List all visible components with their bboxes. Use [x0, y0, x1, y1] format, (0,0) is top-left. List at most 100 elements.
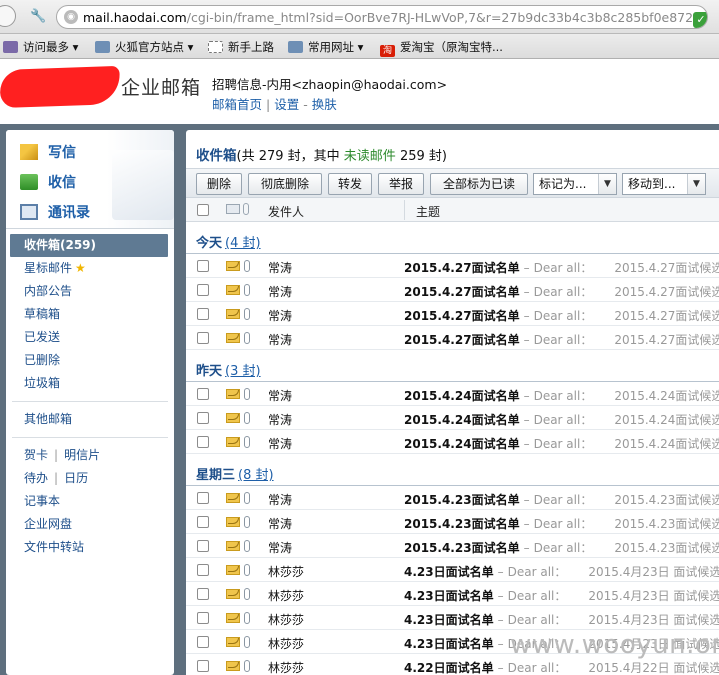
cards-link[interactable]: 贺卡 [24, 448, 48, 462]
folder-inbox[interactable]: 收件箱(259) [10, 234, 168, 257]
mail-row[interactable]: 常涛2015.4.27面试名单–Dear all：2015.4.27面试候选人 [186, 278, 719, 302]
attachment-icon [244, 412, 250, 424]
address-bar[interactable]: ◉ mail.haodai.com/cgi-bin/frame_html?sid… [56, 5, 708, 29]
row-checkbox[interactable] [197, 516, 209, 528]
mail-summary: Dear all： [533, 309, 593, 323]
row-checkbox[interactable] [197, 284, 209, 296]
mail-row[interactable]: 林莎莎 4.23日面试名单 – Dear all： 2015.4月23日 面试候选人 [186, 606, 719, 630]
select-all-checkbox[interactable] [197, 204, 209, 216]
mail-row[interactable]: 林莎莎 4.23日面试名单 – Dear all： 2015.4月23日 面试候选人 [186, 558, 719, 582]
column-header: 发件人 主题 [186, 198, 719, 222]
mail-row[interactable]: 常涛2015.4.24面试名单–Dear all：2015.4.24面试候选人 [186, 430, 719, 454]
row-checkbox[interactable] [197, 436, 209, 448]
todo-link[interactable]: 待办 [24, 471, 48, 485]
row-checkbox[interactable] [197, 412, 209, 424]
mail-preview: 2015.4月23日 面试候选人 [588, 589, 719, 603]
row-checkbox[interactable] [197, 612, 209, 624]
mail-preview: 2015.4.24面试候选人 [614, 389, 719, 403]
postcards-link[interactable]: 明信片 [64, 448, 100, 462]
row-checkbox[interactable] [197, 588, 209, 600]
attachment-icon [244, 612, 250, 624]
row-checkbox[interactable] [197, 564, 209, 576]
bookmark-taobao[interactable]: 淘爱淘宝（原淘宝特... [380, 39, 503, 57]
mail-subject: 4.23日面试名单 – Dear all： 2015.4月23日 面试候选人 [404, 587, 719, 604]
row-checkbox[interactable] [197, 492, 209, 504]
header-links: 邮箱首页 | 设置 - 换肤 [212, 97, 337, 112]
receive-button[interactable]: 收信 [20, 172, 76, 192]
purge-button[interactable]: 彻底删除 [248, 173, 322, 195]
folder-spam[interactable]: 垃圾箱 [6, 372, 174, 395]
row-checkbox[interactable] [197, 660, 209, 672]
move-to-select[interactable]: 移动到... ▼ [622, 173, 706, 195]
folder-announcements[interactable]: 内部公告 [6, 280, 174, 303]
settings-link[interactable]: 设置 [274, 97, 299, 112]
group-count-link[interactable]: (4 封) [225, 236, 261, 251]
group-count-link[interactable]: (3 封) [225, 364, 261, 379]
mail-row[interactable]: 常涛2015.4.24面试名单–Dear all：2015.4.24面试候选人 [186, 406, 719, 430]
subject-column[interactable]: 主题 [416, 203, 440, 220]
bookmark-getting-started[interactable]: 新手上路 [208, 39, 274, 55]
unread-envelope-icon [226, 333, 240, 343]
folder-sent[interactable]: 已发送 [6, 326, 174, 349]
bookmark-most-visited[interactable]: 访问最多 ▾ [3, 39, 78, 55]
unread-envelope-icon [226, 309, 240, 319]
mail-home-link[interactable]: 邮箱首页 [212, 97, 262, 112]
skin-link[interactable]: 换肤 [312, 97, 337, 112]
folder-drafts[interactable]: 草稿箱 [6, 303, 174, 326]
row-checkbox[interactable] [197, 388, 209, 400]
mail-sender: 常涛 [268, 413, 293, 427]
unread-envelope-icon [226, 541, 240, 551]
row-checkbox[interactable] [197, 260, 209, 272]
quick-actions: 写信 收信 通讯录 [6, 130, 174, 229]
folder-starred[interactable]: 星标邮件 ★ [6, 257, 174, 280]
bookmark-common-sites[interactable]: 常用网址 ▾ [288, 39, 363, 55]
contacts-button[interactable]: 通讯录 [20, 202, 90, 222]
mail-row[interactable]: 林莎莎 4.23日面试名单 – Dear all： 2015.4月23日 面试候选人 [186, 582, 719, 606]
bookmark-firefox-official[interactable]: 火狐官方站点 ▾ [95, 39, 193, 55]
unread-envelope-icon [226, 565, 240, 575]
chevron-down-icon: ▼ [598, 174, 616, 194]
mail-row[interactable]: 常涛2015.4.23面试名单–Dear all：2015.4.23面试候选人 [186, 510, 719, 534]
group-count-link[interactable]: (8 封) [238, 468, 274, 483]
folder-other[interactable]: 其他邮箱 [6, 408, 174, 431]
mail-preview: 2015.4.23面试候选人 [614, 493, 719, 507]
attachment-icon [244, 636, 250, 648]
mark-as-select[interactable]: 标记为... ▼ [533, 173, 617, 195]
mail-summary: Dear all： [533, 333, 593, 347]
inbox-download-icon [20, 174, 38, 190]
attachment-icon [244, 516, 250, 528]
back-button[interactable] [0, 5, 16, 27]
compose-button[interactable]: 写信 [20, 142, 76, 162]
row-checkbox[interactable] [197, 636, 209, 648]
mail-sender: 常涛 [268, 493, 293, 507]
mail-row[interactable]: 常涛2015.4.24面试名单–Dear all：2015.4.24面试候选人 [186, 382, 719, 406]
calendar-link[interactable]: 日历 [64, 471, 88, 485]
check-icon: ✓ [693, 12, 707, 28]
mail-subject: 4.22日面试名单 – Dear all： 2015.4月22日 面试候选人 [404, 659, 719, 675]
row-checkbox[interactable] [197, 308, 209, 320]
folder-deleted[interactable]: 已删除 [6, 349, 174, 372]
notes-link[interactable]: 记事本 [6, 490, 174, 513]
wrench-icon[interactable]: 🔧 [30, 9, 46, 25]
pencil-icon [20, 144, 38, 160]
mail-sender: 林莎莎 [268, 589, 305, 603]
report-button[interactable]: 举报 [378, 173, 424, 195]
mail-preview: 2015.4.24面试候选人 [614, 413, 719, 427]
unread-link[interactable]: 未读邮件 [344, 149, 396, 164]
sender-column[interactable]: 发件人 [268, 203, 304, 220]
row-checkbox[interactable] [197, 540, 209, 552]
mail-sender: 林莎莎 [268, 637, 305, 651]
disk-link[interactable]: 企业网盘 [6, 513, 174, 536]
mail-row[interactable]: 常涛2015.4.27面试名单–Dear all：2015.4.27面试候选人 [186, 326, 719, 350]
mail-row[interactable]: 常涛2015.4.23面试名单–Dear all：2015.4.23面试候选人 [186, 534, 719, 558]
row-checkbox[interactable] [197, 332, 209, 344]
mail-row[interactable]: 常涛2015.4.27面试名单–Dear all：2015.4.27面试候选人 [186, 302, 719, 326]
delete-button[interactable]: 删除 [196, 173, 242, 195]
transfer-link[interactable]: 文件中转站 [6, 536, 174, 559]
mail-summary: Dear all： [533, 261, 593, 275]
mail-row[interactable]: 常涛2015.4.27面试名单–Dear all：2015.4.27面试候选人 [186, 254, 719, 278]
taobao-icon: 淘 [380, 45, 395, 57]
mark-all-read-button[interactable]: 全部标为已读 [430, 173, 528, 195]
forward-button[interactable]: 转发 [328, 173, 372, 195]
mail-row[interactable]: 常涛2015.4.23面试名单–Dear all：2015.4.23面试候选人 [186, 486, 719, 510]
